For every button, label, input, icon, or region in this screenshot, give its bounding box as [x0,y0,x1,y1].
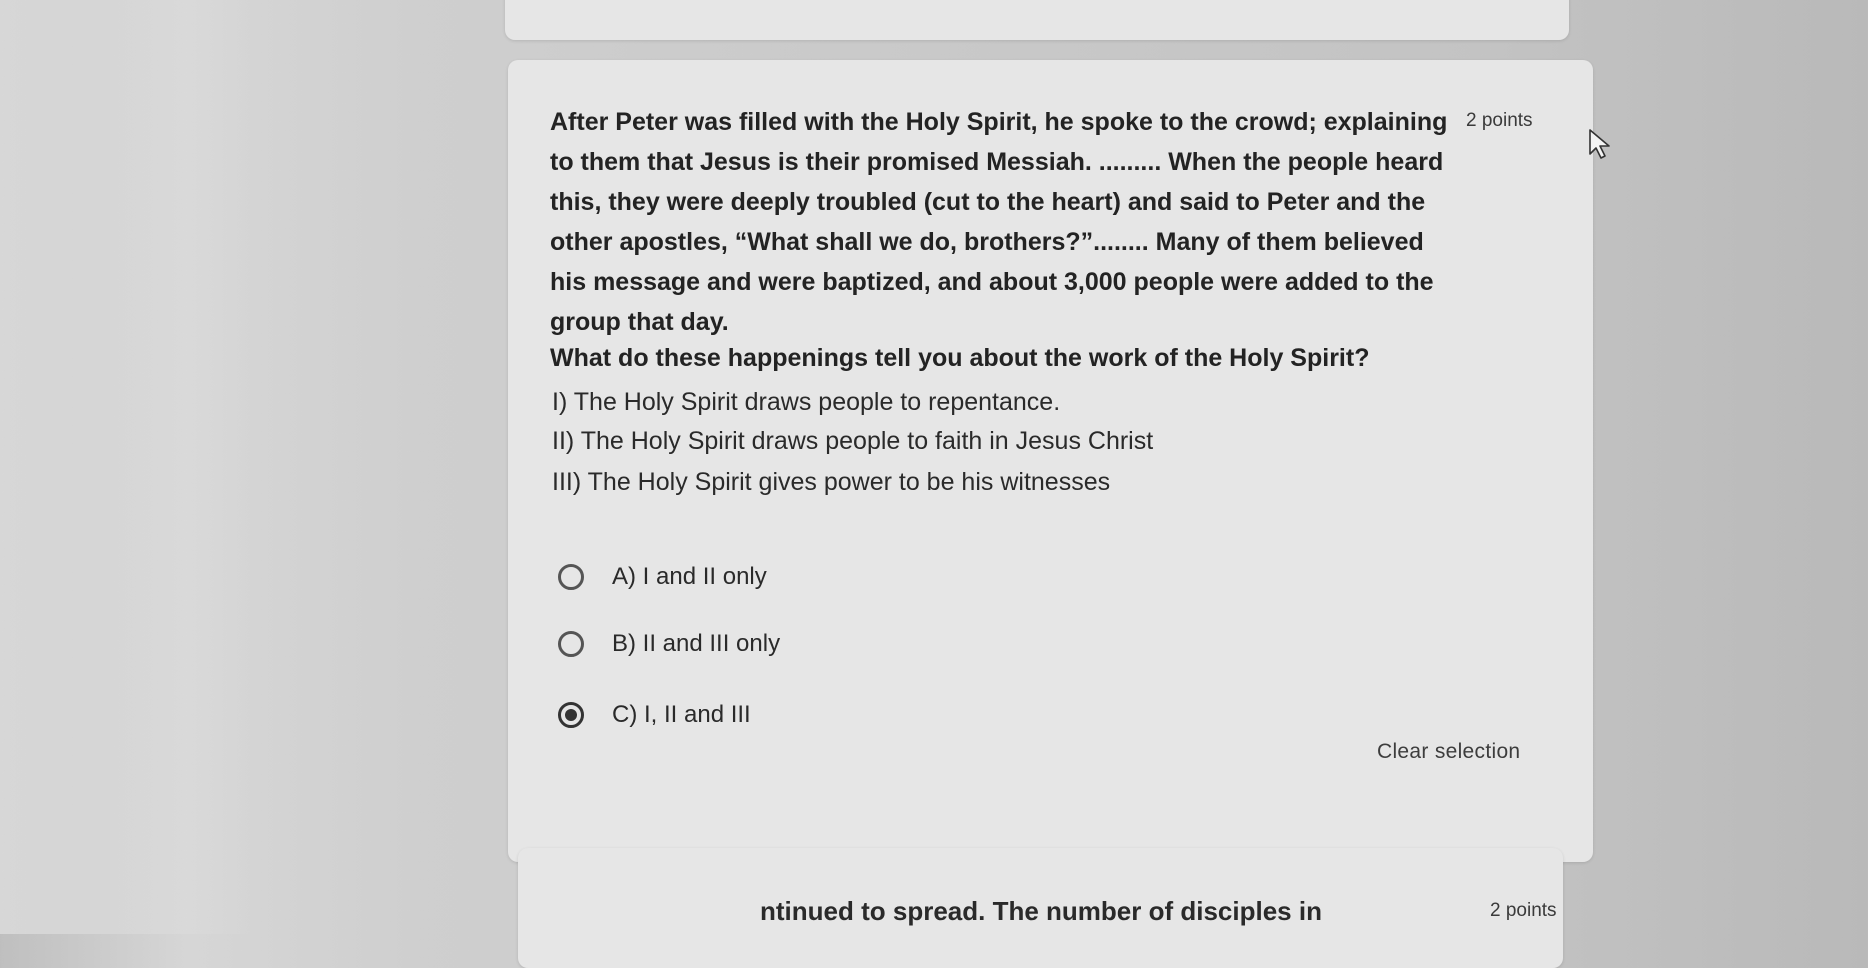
passage-line: to them that Jesus is their promised Mes… [550,148,1444,176]
option-b[interactable]: B) II and III only [558,624,780,664]
question-prompt: What do these happenings tell you about … [550,344,1370,372]
next-question-text: ntinued to spread. The number of discipl… [760,896,1322,926]
statement-3: III) The Holy Spirit gives power to be h… [552,468,1111,496]
mouse-cursor-icon [1589,129,1610,159]
option-b-label[interactable]: B) II and III only [612,630,780,658]
radio-button-icon[interactable] [558,564,584,590]
passage-line: After Peter was filled with the Holy Spi… [550,108,1448,136]
passage-line: other apostles, “What shall we do, broth… [550,228,1424,256]
option-c[interactable]: C) I, II and III [558,695,751,735]
passage-line: his message and were baptized, and about… [550,268,1434,296]
option-c-label[interactable]: C) I, II and III [612,701,751,729]
option-a[interactable]: A) I and II only [558,557,767,597]
statement-1: I) The Holy Spirit draws people to repen… [552,388,1061,416]
background-shade [0,0,260,934]
radio-button-icon[interactable] [558,631,584,657]
question-points: 2 points [1466,110,1533,131]
radio-dot [565,709,577,721]
clear-selection-button[interactable]: Clear selection [1377,740,1520,764]
passage-line: group that day. [550,308,729,336]
statement-2: II) The Holy Spirit draws people to fait… [552,427,1154,455]
previous-question-card [505,0,1569,40]
passage-line: this, they were deeply troubled (cut to … [550,188,1426,216]
radio-button-selected-icon[interactable] [558,702,584,728]
option-a-label[interactable]: A) I and II only [612,563,767,591]
next-question-points: 2 points [1490,900,1557,921]
question-passage: After Peter was filled with the Holy Spi… [550,102,1450,342]
